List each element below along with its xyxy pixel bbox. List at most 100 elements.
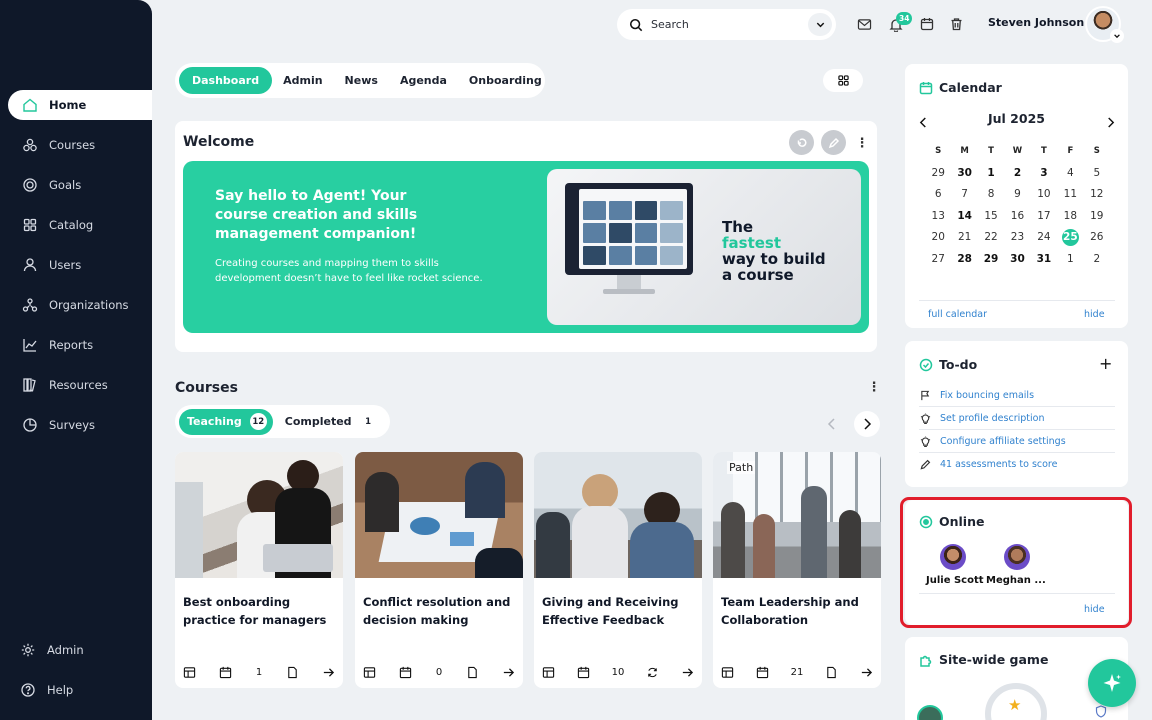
course-count: 21 <box>790 667 804 678</box>
sidebar-item-users[interactable]: Users <box>8 250 152 280</box>
calendar-day[interactable]: 13 <box>925 209 951 225</box>
mail-icon[interactable] <box>856 16 872 32</box>
calendar-day[interactable]: 4 <box>1057 166 1083 182</box>
calendar-day[interactable]: 5 <box>1084 166 1110 182</box>
calendar-day[interactable]: 7 <box>951 187 977 203</box>
calendar-day[interactable]: 20 <box>925 230 951 246</box>
calendar-day[interactable]: 12 <box>1084 187 1110 203</box>
calendar-day[interactable]: 11 <box>1057 187 1083 203</box>
calendar-day[interactable]: 30 <box>1004 252 1030 268</box>
calendar-day[interactable]: 8 <box>978 187 1004 203</box>
username[interactable]: Steven Johnson <box>988 16 1084 29</box>
calendar-day[interactable]: 26 <box>1084 230 1110 246</box>
chevron-right-icon <box>864 418 872 430</box>
calendar-day[interactable]: 30 <box>951 166 977 182</box>
calendar-icon <box>919 82 933 95</box>
sidebar: Home Courses Goals Catalog Users Organiz… <box>0 0 152 720</box>
calendar-icon[interactable] <box>919 16 935 32</box>
table-icon <box>363 667 376 678</box>
calendar-day[interactable]: 19 <box>1084 209 1110 225</box>
calendar-day[interactable]: 25 <box>1061 229 1079 246</box>
calendar-day[interactable]: 2 <box>1004 166 1030 182</box>
sidebar-item-goals[interactable]: Goals <box>8 170 152 200</box>
calendar-day[interactable]: 3 <box>1031 166 1057 182</box>
tab-news[interactable]: News <box>334 67 389 94</box>
chevron-left-icon <box>827 418 835 430</box>
calendar-day[interactable]: 24 <box>1031 230 1057 246</box>
sidebar-item-home[interactable]: Home <box>8 90 152 120</box>
calendar-day[interactable]: 21 <box>951 230 977 246</box>
arrow-right-icon <box>503 668 515 677</box>
calendar-day[interactable]: 29 <box>925 166 951 182</box>
calendar-day[interactable]: 14 <box>951 209 977 225</box>
agent-banner[interactable]: Say hello to Agent! Your course creation… <box>183 161 869 333</box>
chevron-down-icon <box>816 22 824 28</box>
search-input[interactable] <box>651 18 791 31</box>
course-card[interactable]: Best onboarding practice for managers 1 <box>175 452 343 688</box>
full-calendar-link[interactable]: full calendar <box>928 309 987 320</box>
weekday-label: S <box>935 146 942 156</box>
calendar-day[interactable]: 10 <box>1031 187 1057 203</box>
trash-icon[interactable] <box>948 16 964 32</box>
calendar-day[interactable]: 9 <box>1004 187 1030 203</box>
promo-image: The fastest way to build a course <box>547 169 861 325</box>
resources-icon <box>22 377 38 393</box>
calendar-day[interactable]: 1 <box>978 166 1004 182</box>
calendar-day[interactable]: 6 <box>925 187 951 203</box>
calendar-day[interactable]: 18 <box>1057 209 1083 225</box>
calendar-day[interactable]: 31 <box>1031 252 1057 268</box>
add-icon[interactable]: + <box>1099 354 1112 373</box>
layout-grid-button[interactable] <box>823 69 863 92</box>
calendar-day[interactable]: 17 <box>1031 209 1057 225</box>
calendar-day[interactable]: 22 <box>978 230 1004 246</box>
todo-item[interactable]: Fix bouncing emails <box>919 384 1115 407</box>
course-card[interactable]: Giving and Receiving Effective Feedback … <box>534 452 702 688</box>
sidebar-item-resources[interactable]: Resources <box>8 370 152 400</box>
sidebar-item-admin[interactable]: Admin <box>8 635 152 665</box>
search-bar[interactable] <box>617 9 836 40</box>
calendar-day[interactable]: 29 <box>978 252 1004 268</box>
todo-item[interactable]: Configure affiliate settings <box>919 430 1115 453</box>
sidebar-item-help[interactable]: Help <box>8 675 152 705</box>
tab-onboarding[interactable]: Onboarding <box>458 67 553 94</box>
calendar-day[interactable]: 27 <box>925 252 951 268</box>
sidebar-item-surveys[interactable]: Surveys <box>8 410 152 440</box>
tab-agenda[interactable]: Agenda <box>389 67 458 94</box>
sidebar-item-label: Reports <box>49 338 94 352</box>
todo-item[interactable]: 41 assessments to score <box>919 453 1115 476</box>
calendar-day[interactable]: 23 <box>1004 230 1030 246</box>
course-card[interactable]: Path Team Leadership and Collaboration 2… <box>713 452 881 688</box>
chevron-right-icon[interactable] <box>1106 113 1115 132</box>
calendar-day[interactable]: 15 <box>978 209 1004 225</box>
reset-button[interactable] <box>789 130 814 155</box>
course-card[interactable]: Conflict resolution and decision making … <box>355 452 523 688</box>
tab-admin[interactable]: Admin <box>272 67 333 94</box>
prev-arrow-button[interactable] <box>819 411 845 437</box>
sidebar-item-courses[interactable]: Courses <box>8 130 152 160</box>
tab-completed[interactable]: Completed 1 <box>277 409 383 435</box>
more-options-icon[interactable]: ⋮ <box>856 135 869 151</box>
calendar-day[interactable]: 2 <box>1084 252 1110 268</box>
calendar-widget: Calendar Jul 2025 S M T W T F S 29 30 1 2 3 4 5 6 7 8 9 10… <box>905 64 1128 328</box>
chevron-down-icon[interactable] <box>1110 29 1124 43</box>
avatar[interactable] <box>917 705 943 720</box>
calendar-day[interactable]: 28 <box>951 252 977 268</box>
sidebar-item-label: Users <box>49 258 82 272</box>
ai-assistant-button[interactable] <box>1088 659 1136 707</box>
tab-dashboard[interactable]: Dashboard <box>179 67 273 94</box>
sidebar-item-reports[interactable]: Reports <box>8 330 152 360</box>
weekday-label: F <box>1067 146 1074 156</box>
sidebar-item-catalog[interactable]: Catalog <box>8 210 152 240</box>
calendar-day[interactable]: 1 <box>1057 252 1083 268</box>
edit-button[interactable] <box>821 130 846 155</box>
todo-title: To-do <box>939 357 978 372</box>
sidebar-item-organizations[interactable]: Organizations <box>8 290 152 320</box>
search-filter-dropdown[interactable] <box>808 13 832 36</box>
hide-calendar-link[interactable]: hide <box>1084 309 1105 320</box>
todo-item[interactable]: Set profile description <box>919 407 1115 430</box>
calendar-day[interactable]: 16 <box>1004 209 1030 225</box>
table-icon <box>183 667 196 678</box>
more-options-icon[interactable]: ⋮ <box>868 379 881 395</box>
tab-teaching[interactable]: Teaching 12 <box>179 408 273 435</box>
next-arrow-button[interactable] <box>854 411 880 437</box>
